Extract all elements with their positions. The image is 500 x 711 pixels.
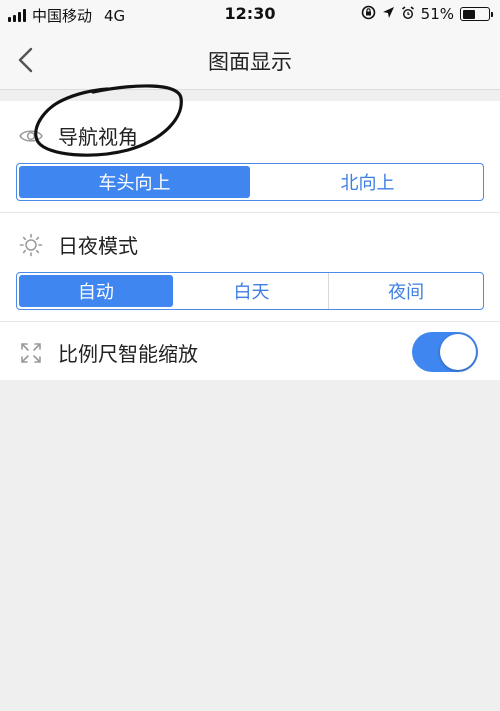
alarm-icon — [401, 5, 415, 23]
status-bar: 中国移动 4G 12:30 51% — [0, 0, 500, 30]
day-night-row: 日夜模式 — [18, 230, 138, 259]
expand-icon — [18, 340, 44, 366]
annotation-circle — [34, 84, 183, 157]
divider — [0, 321, 500, 322]
option-night[interactable]: 夜间 — [329, 273, 483, 309]
navigation-view-segmented: 车头向上 北向上 — [16, 163, 484, 201]
day-night-segmented: 自动 白天 夜间 — [16, 272, 484, 310]
sun-icon — [18, 232, 44, 258]
scale-zoom-toggle[interactable] — [412, 332, 478, 372]
option-north-up[interactable]: 北向上 — [252, 164, 483, 200]
option-heading-up[interactable]: 车头向上 — [19, 166, 250, 198]
scale-zoom-title: 比例尺智能缩放 — [58, 342, 198, 366]
rotation-lock-icon — [361, 5, 376, 23]
option-auto[interactable]: 自动 — [19, 275, 173, 307]
divider — [0, 212, 500, 213]
battery-percent: 51% — [420, 5, 454, 23]
status-right: 51% — [361, 5, 493, 23]
toggle-knob — [440, 334, 476, 370]
battery-icon — [460, 7, 493, 21]
scale-zoom-row: 比例尺智能缩放 — [18, 338, 198, 367]
page-title: 图面显示 — [208, 50, 292, 74]
location-icon — [382, 6, 395, 22]
day-night-title: 日夜模式 — [58, 234, 138, 258]
battery-fill — [462, 9, 476, 19]
option-day[interactable]: 白天 — [175, 273, 330, 309]
